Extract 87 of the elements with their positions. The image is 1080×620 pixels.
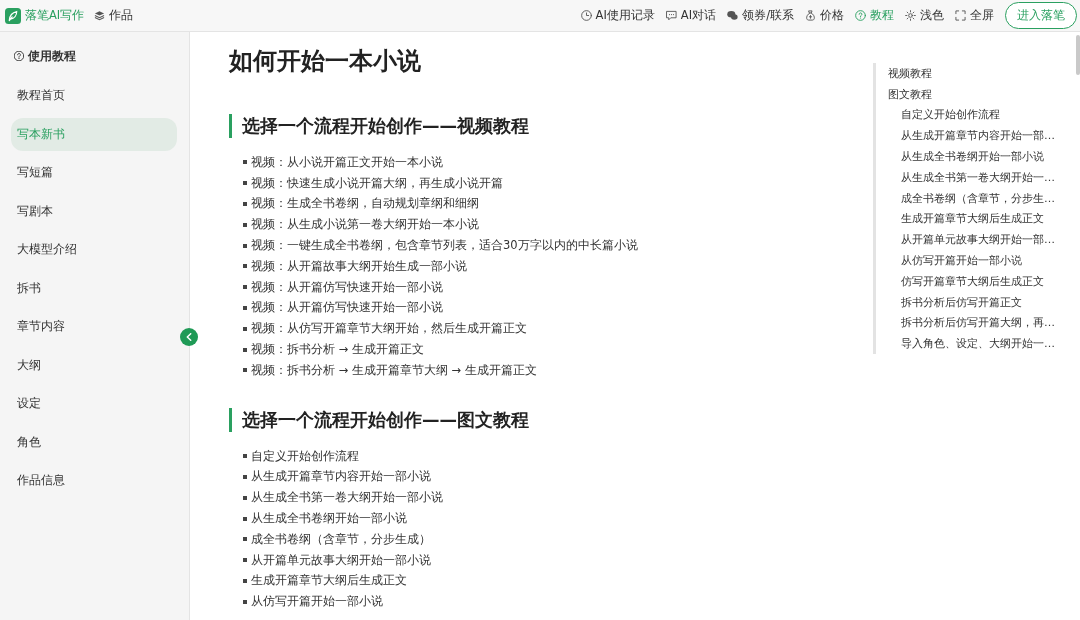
list-item-text: 从生成全书卷纲开始一部小说 bbox=[251, 511, 407, 527]
list-item-text: 视频：从开篇仿写快速开始一部小说 bbox=[251, 279, 443, 295]
toc-link[interactable]: 拆书分析后仿写开篇正文 bbox=[901, 294, 1022, 310]
bullet-icon bbox=[243, 454, 247, 459]
nav-link[interactable]: 浅色 bbox=[905, 8, 944, 23]
page-title: 如何开始一本小说 bbox=[229, 46, 421, 77]
nav-link[interactable]: AI对话 bbox=[665, 8, 717, 23]
bullet-icon bbox=[243, 326, 247, 331]
list-item-text: 生成开篇章节大纲后生成正文 bbox=[251, 573, 407, 589]
bullet-icon bbox=[243, 160, 247, 165]
nav-link[interactable]: AI使用记录 bbox=[580, 8, 655, 23]
bullet-icon bbox=[243, 243, 247, 248]
bullet-icon bbox=[243, 181, 247, 186]
bullet-icon bbox=[243, 495, 247, 500]
scrollbar-thumb[interactable] bbox=[1076, 35, 1080, 75]
help-icon bbox=[14, 51, 24, 61]
help-icon bbox=[855, 10, 866, 21]
money-bag-icon bbox=[805, 10, 816, 21]
toc-link[interactable]: 导入角色、设定、大纲开始一… bbox=[901, 336, 1055, 352]
logo-icon bbox=[5, 7, 21, 24]
bullet-icon bbox=[243, 202, 247, 206]
toc-link[interactable]: 自定义开始创作流程 bbox=[901, 107, 1000, 123]
bullet-icon bbox=[243, 599, 247, 604]
enter-button[interactable]: 进入落笔 bbox=[1005, 2, 1077, 29]
section-heading: 选择一个流程开始创作——视频教程 bbox=[229, 114, 529, 138]
list-item-text: 从开篇单元故事大纲开始一部小说 bbox=[251, 552, 431, 568]
sun-icon bbox=[905, 10, 916, 21]
chevron-left-icon bbox=[186, 333, 192, 341]
toc-link[interactable]: 拆书分析后仿写开篇大纲，再… bbox=[901, 315, 1055, 331]
toc-link[interactable]: 视频教程 bbox=[888, 65, 932, 81]
sidebar-item[interactable]: 设定 bbox=[11, 387, 177, 420]
section-heading: 选择一个流程开始创作——图文教程 bbox=[229, 407, 529, 432]
list-item-text: 从生成全书第一卷大纲开始一部小说 bbox=[251, 490, 443, 506]
list-item-text: 视频：从开篇仿写快速开始一部小说 bbox=[251, 300, 443, 316]
list-item-text: 自定义开始创作流程 bbox=[251, 448, 359, 464]
nav-link[interactable]: 价格 bbox=[805, 8, 844, 23]
sidebar-item[interactable]: 写短篇 bbox=[11, 156, 177, 189]
sidebar-item[interactable]: 章节内容 bbox=[11, 310, 177, 343]
sidebar-item[interactable]: 大纲 bbox=[11, 348, 177, 382]
bullet-icon bbox=[243, 578, 247, 583]
bullet-icon bbox=[243, 516, 247, 521]
toc-link[interactable]: 从生成全书第一卷大纲开始一… bbox=[901, 169, 1055, 185]
sidebar-item[interactable]: 拆书 bbox=[11, 271, 177, 305]
sidebar-item[interactable]: 角色 bbox=[11, 425, 177, 459]
chat-bubbles-icon bbox=[727, 10, 739, 21]
sidebar-title: 使用教程 bbox=[28, 47, 76, 65]
chat-icon bbox=[665, 10, 677, 21]
list-item-text: 视频：拆书分析 → 生成开篇正文 bbox=[251, 342, 424, 358]
sidebar-item[interactable]: 教程首页 bbox=[11, 79, 177, 112]
toc-link[interactable]: 从仿写开篇开始一部小说 bbox=[901, 253, 1022, 269]
toc-link[interactable]: 从开篇单元故事大纲开始一部… bbox=[901, 232, 1055, 248]
nav-link[interactable]: 全屏 bbox=[955, 8, 994, 23]
collapse-button[interactable] bbox=[180, 328, 198, 346]
list-item-text: 成全书卷纲（含章节，分步生成） bbox=[251, 531, 431, 547]
toc-link[interactable]: 从生成开篇章节内容开始一部… bbox=[901, 128, 1055, 144]
toc-link[interactable]: 从生成全书卷纲开始一部小说 bbox=[901, 149, 1044, 165]
list-item-text: 视频：从小说开篇正文开始一本小说 bbox=[251, 154, 443, 170]
toc-link[interactable]: 图文教程 bbox=[888, 86, 932, 102]
toc-link[interactable]: 仿写开篇章节大纲后生成正文 bbox=[901, 273, 1044, 289]
fullscreen-icon bbox=[955, 10, 966, 21]
sidebar-item[interactable]: 大模型介绍 bbox=[11, 233, 177, 266]
list-item-text: 视频：拆书分析 → 生成开篇章节大纲 → 生成开篇正文 bbox=[251, 362, 537, 378]
list-item-text: 视频：从开篇故事大纲开始生成一部小说 bbox=[251, 258, 467, 274]
bullet-icon bbox=[243, 305, 247, 310]
bullet-icon bbox=[243, 285, 247, 290]
bullet-icon bbox=[243, 474, 247, 479]
sidebar-item[interactable]: 作品信息 bbox=[11, 464, 177, 497]
clock-icon bbox=[580, 10, 592, 21]
sidebar-item[interactable]: 写剧本 bbox=[11, 194, 177, 228]
works-link[interactable]: 作品 bbox=[94, 8, 134, 23]
list-item-text: 视频：一键生成全书卷纲，包含章节列表，适合30万字以内的中长篇小说 bbox=[251, 238, 638, 254]
toc-link[interactable]: 成全书卷纲（含章节，分步生… bbox=[901, 190, 1055, 206]
layers-icon bbox=[94, 10, 106, 21]
list-item-text: 视频：从生成小说第一卷大纲开始一本小说 bbox=[251, 217, 479, 233]
list-item-text: 视频：快速生成小说开篇大纲，再生成小说开篇 bbox=[251, 175, 503, 191]
bullet-icon bbox=[243, 558, 247, 563]
bullet-icon bbox=[243, 222, 247, 227]
list-item-text: 视频：生成全书卷纲，自动规划章纲和细纲 bbox=[251, 196, 479, 212]
bullet-icon bbox=[243, 264, 247, 269]
list-item-text: 从生成开篇章节内容开始一部小说 bbox=[251, 469, 431, 485]
bullet-icon bbox=[243, 368, 247, 373]
list-item-text: 从仿写开篇开始一部小说 bbox=[251, 594, 383, 610]
bullet-icon bbox=[243, 537, 247, 542]
nav-link[interactable]: 领券/联系 bbox=[727, 8, 794, 23]
toc-link[interactable]: 生成开篇章节大纲后生成正文 bbox=[901, 211, 1044, 227]
list-item-text: 视频：从仿写开篇章节大纲开始，然后生成开篇正文 bbox=[251, 321, 527, 337]
bullet-icon bbox=[243, 347, 247, 352]
